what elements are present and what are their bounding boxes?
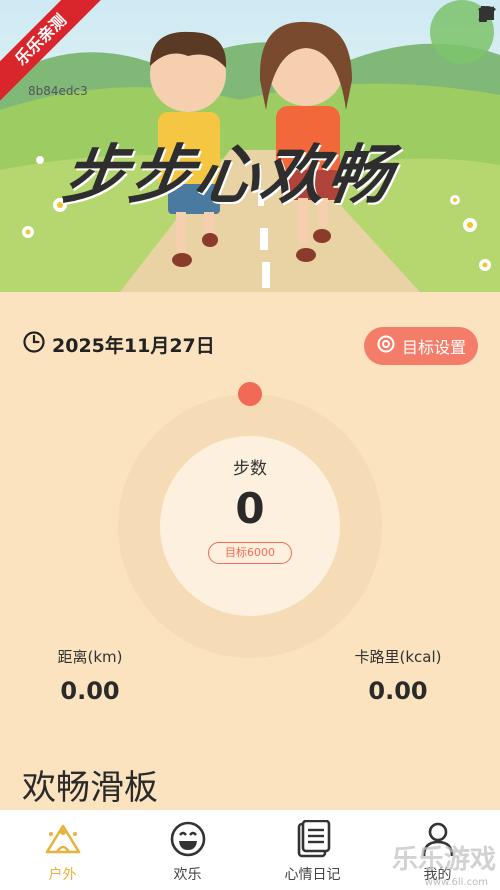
clock-icon <box>22 330 46 358</box>
calories-label: 卡路里(kcal) <box>354 648 442 666</box>
calories-value: 0.00 <box>368 677 428 705</box>
section-title: 欢畅滑板 <box>22 768 158 808</box>
nav-item-diary[interactable]: 心情日记 <box>250 810 375 890</box>
nav-label-outdoor: 户外 <box>48 867 77 883</box>
hero-id-text: 8b84edc3 <box>28 84 88 98</box>
outdoor-icon <box>43 820 83 858</box>
watermark-sub: www.6ll.com <box>424 877 488 888</box>
distance-stat: 距离(km) 0.00 <box>40 646 140 705</box>
nav-label-fun: 欢乐 <box>173 867 202 883</box>
goal-settings-button[interactable]: 目标设置 <box>363 327 478 365</box>
date-row: 2025年11月27日 <box>22 330 215 358</box>
distance-value: 0.00 <box>60 677 120 705</box>
steps-label: 步数 <box>233 459 267 479</box>
target-icon <box>376 334 396 358</box>
steps-value: 0 <box>235 484 265 533</box>
nav-label-diary: 心情日记 <box>284 867 341 883</box>
diary-icon <box>293 819 333 858</box>
smile-icon <box>168 820 208 858</box>
steps-target-badge: 目标6000 <box>208 542 292 564</box>
watermark-text: 乐乐游戏 <box>391 845 496 875</box>
hero-title: 步步心欢畅 <box>57 139 399 213</box>
hero-banner: 乐乐亲测 8b84edc3 步步心欢畅 <box>0 0 500 292</box>
date-text: 2025年11月27日 <box>52 334 215 357</box>
step-ring: 步数 0 目标6000 <box>118 380 382 658</box>
calories-stat: 卡路里(kcal) 0.00 <box>336 646 460 705</box>
progress-dot <box>238 382 262 406</box>
nav-item-outdoor[interactable]: 户外 <box>0 810 125 890</box>
nav-item-fun[interactable]: 欢乐 <box>125 810 250 890</box>
goal-settings-label: 目标设置 <box>401 338 466 357</box>
distance-label: 距离(km) <box>57 648 123 666</box>
